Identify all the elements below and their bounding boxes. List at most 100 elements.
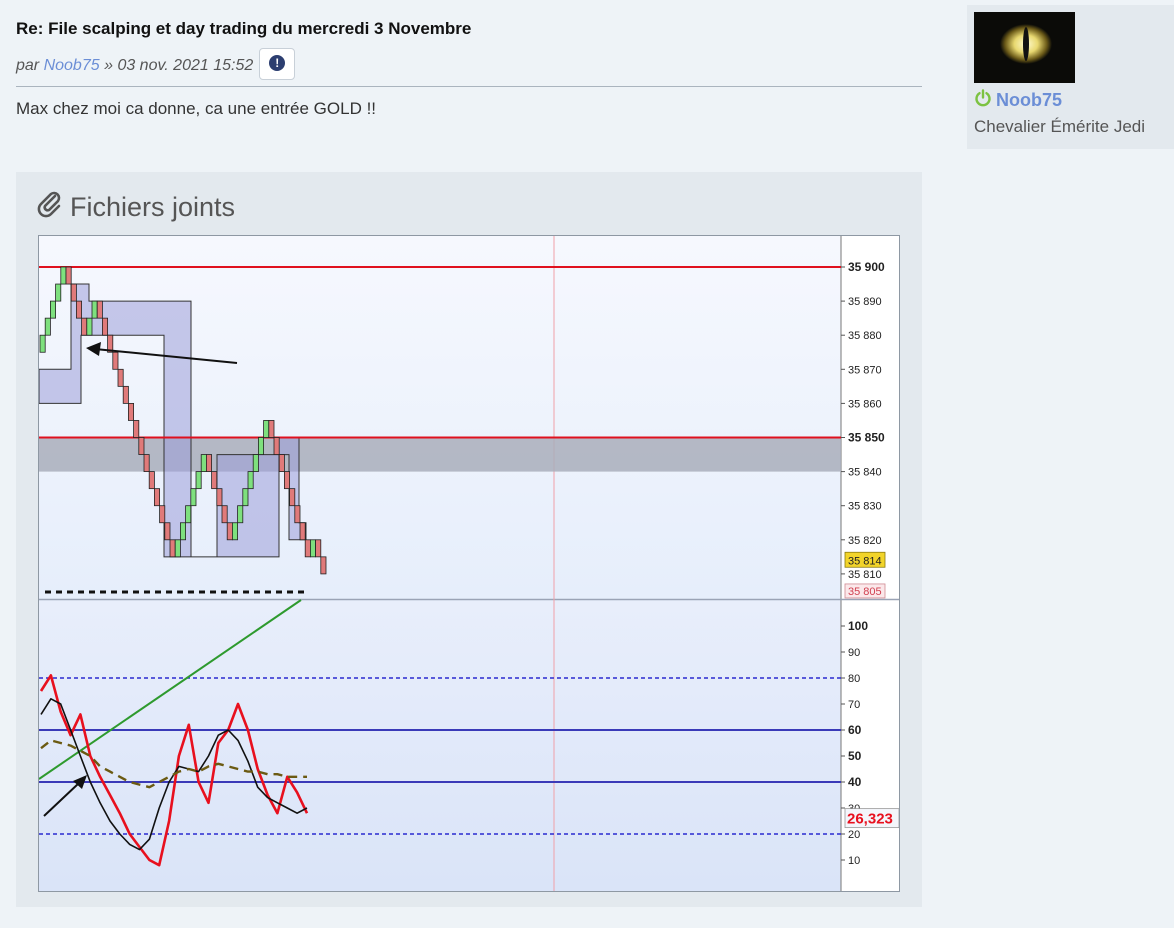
renko-brick — [289, 488, 296, 507]
profile-username: Noob75 — [996, 90, 1063, 110]
oscillator-value-label: 26,323 — [847, 811, 893, 828]
renko-brick — [164, 522, 171, 541]
renko-brick — [96, 300, 103, 319]
renko-brick — [237, 505, 244, 524]
renko-brick — [315, 539, 322, 558]
renko-brick — [128, 402, 135, 421]
attachments-box: Fichiers joints 35 900 35 890 35 880 35 870… — [16, 172, 922, 907]
renko-brick — [294, 505, 301, 524]
renko-brick — [216, 488, 223, 507]
renko-brick — [257, 437, 264, 455]
y-tick-label: 35 890 — [848, 296, 882, 308]
renko-brick — [148, 471, 155, 490]
y-tick-label: 35 900 — [848, 260, 885, 274]
renko-brick — [117, 368, 124, 387]
renko-brick — [263, 420, 270, 438]
attachments-title: Fichiers joints — [70, 192, 236, 222]
renko-brick — [81, 317, 88, 336]
power-icon — [974, 89, 992, 112]
renko-brick — [320, 556, 327, 575]
profile-name[interactable]: Noob75 — [974, 89, 1062, 112]
y-tick-label: 35 840 — [848, 467, 882, 479]
renko-brick — [200, 454, 207, 473]
post-body: Max chez moi ca donne, ca une entrée GOL… — [16, 99, 377, 118]
renko-brick — [169, 539, 176, 558]
y-tick-label: 40 — [848, 775, 862, 789]
renko-brick — [159, 505, 166, 524]
renko-brick — [252, 454, 259, 473]
y-tick-label: 60 — [848, 723, 862, 737]
support-zone — [39, 437, 841, 472]
renko-brick — [133, 420, 140, 438]
y-tick-label: 90 — [848, 647, 860, 659]
y-tick-label: 80 — [848, 673, 860, 685]
renko-brick — [226, 522, 233, 541]
profile-card: Noob75 Chevalier Émérite Jedi — [967, 5, 1174, 149]
post-title[interactable]: Re: File scalping et day trading du merc… — [16, 19, 471, 39]
y-tick-label: 35 820 — [848, 535, 882, 547]
y-tick-label: 35 860 — [848, 398, 882, 410]
y-tick-label: 35 880 — [848, 330, 882, 342]
price-panel-bg — [39, 236, 841, 599]
renko-brick — [299, 522, 306, 541]
renko-brick — [55, 283, 62, 302]
by-label: par — [16, 57, 40, 74]
oscillator-panel-bg — [39, 600, 841, 891]
report-button[interactable]: ! — [259, 48, 296, 80]
y-tick-label: 70 — [848, 699, 860, 711]
renko-brick — [268, 420, 275, 438]
renko-brick — [76, 300, 83, 319]
renko-brick — [102, 317, 109, 336]
chart-canvas: 35 900 35 890 35 880 35 870 35 860 35 850 35 8… — [38, 236, 900, 891]
renko-brick — [190, 488, 197, 507]
price-label: 35 814 — [848, 555, 882, 567]
renko-brick — [211, 471, 218, 490]
renko-brick — [205, 454, 212, 473]
paperclip-icon — [36, 190, 64, 225]
price-low-label: 35 805 — [848, 586, 882, 598]
y-tick-label: 20 — [848, 829, 860, 841]
renko-brick — [138, 437, 145, 455]
y-tick-label: 35 870 — [848, 364, 882, 376]
renko-brick — [283, 471, 290, 490]
meta-separator: » — [104, 57, 113, 74]
renko-brick — [185, 505, 192, 524]
renko-brick — [195, 471, 202, 490]
post-date: 03 nov. 2021 15:52 — [117, 57, 254, 74]
y-tick-label: 100 — [848, 619, 868, 633]
post-divider — [16, 86, 922, 87]
renko-brick — [221, 505, 228, 524]
renko-brick — [112, 351, 119, 370]
post-meta: par Noob75 » 03 nov. 2021 15:52 ! — [16, 48, 296, 82]
renko-brick — [49, 300, 56, 319]
renko-brick — [231, 522, 238, 541]
renko-brick — [304, 539, 311, 558]
y-tick-label: 35 850 — [848, 431, 885, 445]
y-tick-label: 35 810 — [848, 569, 882, 581]
renko-brick — [44, 317, 51, 336]
y-tick-label: 10 — [848, 855, 860, 867]
renko-brick — [278, 454, 285, 473]
renko-brick — [179, 522, 186, 541]
renko-brick — [70, 283, 77, 302]
renko-brick — [273, 437, 280, 455]
attached-chart-image[interactable]: 35 900 35 890 35 880 35 870 35 860 35 850 35 8… — [38, 235, 900, 892]
renko-brick — [122, 385, 129, 404]
y-tick-label: 50 — [848, 749, 862, 763]
renko-brick — [91, 300, 98, 319]
renko-brick — [154, 488, 161, 507]
renko-brick — [65, 266, 72, 285]
renko-brick — [86, 317, 93, 336]
y-tick-label: 35 830 — [848, 501, 882, 513]
attachments-header: Fichiers joints — [36, 190, 235, 225]
avatar[interactable] — [974, 12, 1075, 83]
renko-brick — [143, 454, 150, 473]
renko-brick — [60, 266, 67, 285]
renko-brick — [242, 488, 249, 507]
renko-brick — [174, 539, 181, 558]
renko-brick — [309, 539, 316, 558]
renko-brick — [39, 334, 46, 353]
author-link[interactable]: Noob75 — [44, 57, 100, 75]
exclamation-icon: ! — [269, 55, 286, 71]
renko-brick — [247, 471, 254, 490]
